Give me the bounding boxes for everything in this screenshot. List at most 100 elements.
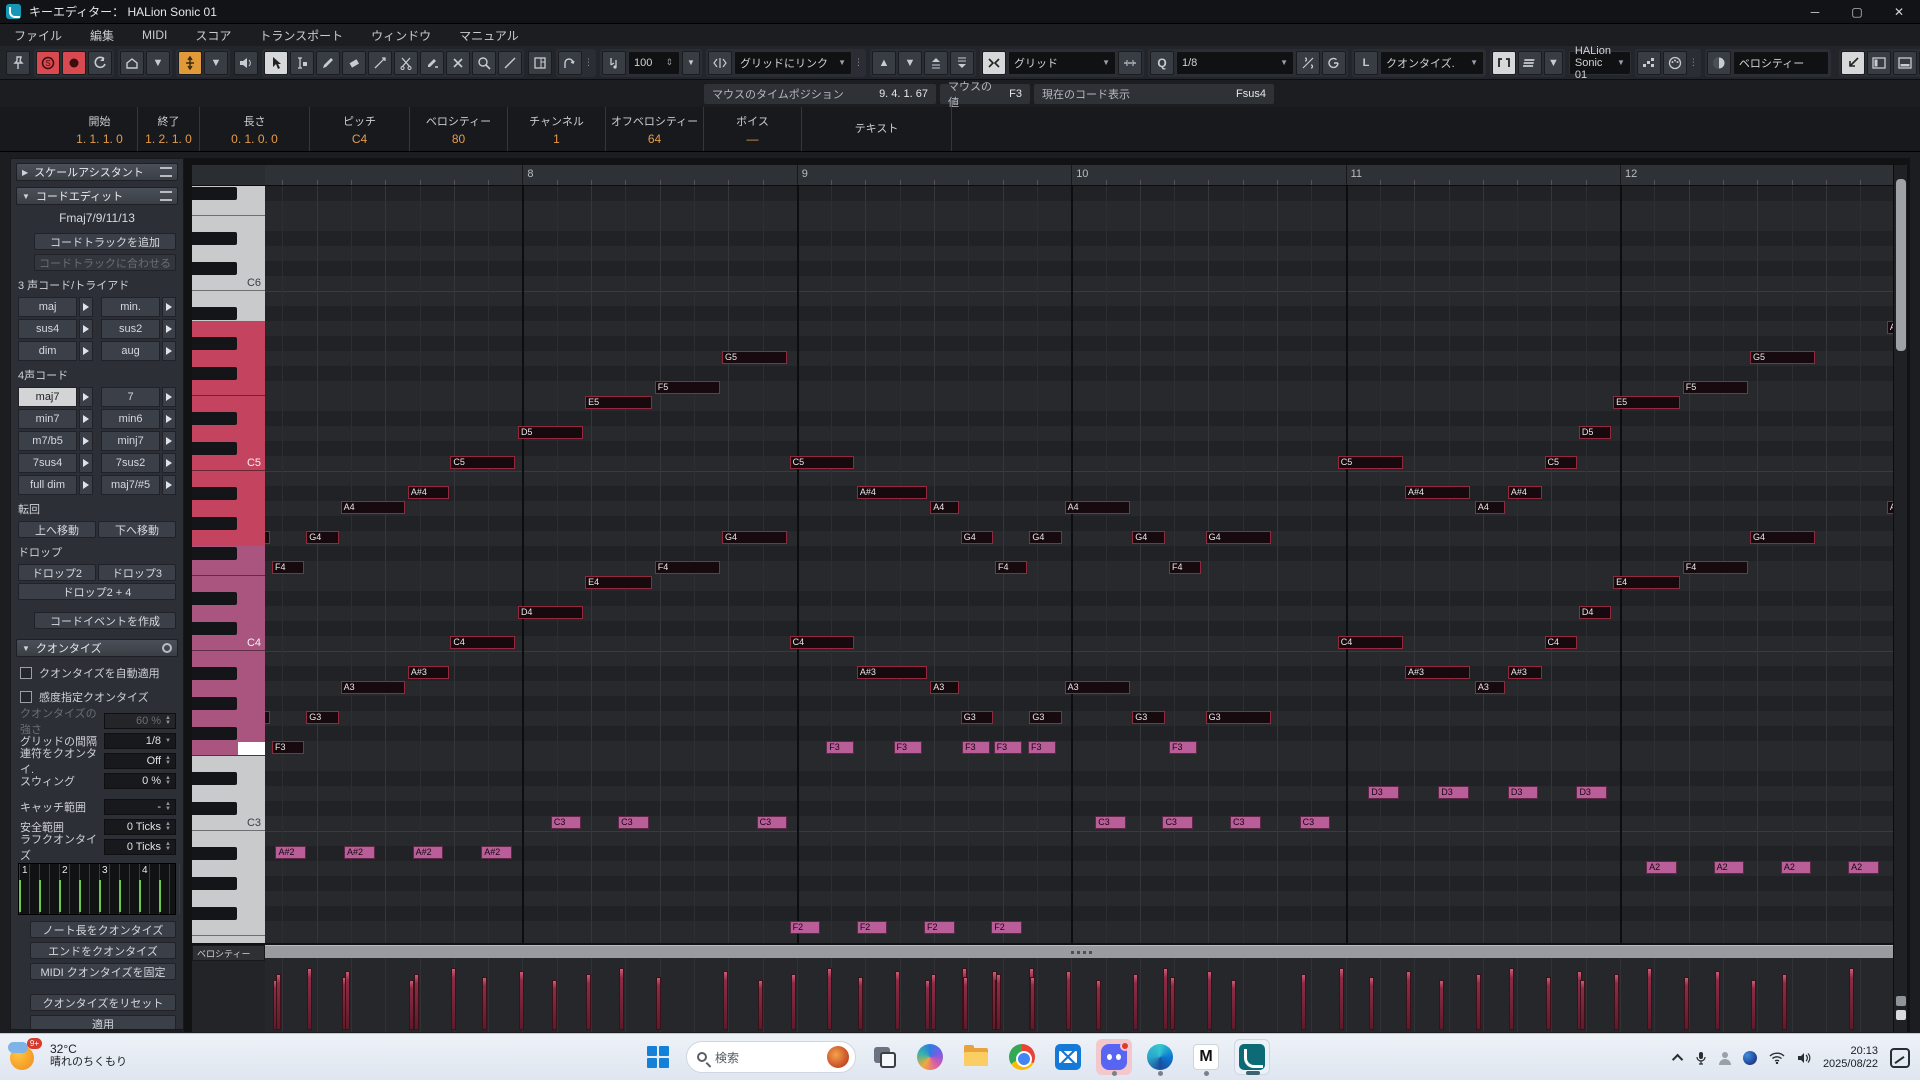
hidden-icons-chevron[interactable] (1675, 1054, 1683, 1062)
overflow-dots-icon[interactable]: ⋮ (584, 57, 594, 68)
midi-note[interactable]: E4 (1613, 576, 1680, 589)
triad-button-maj[interactable]: maj (18, 297, 77, 317)
triad-play-flag-icon[interactable] (162, 319, 176, 339)
copilot-button[interactable] (912, 1039, 948, 1075)
piano-key[interactable] (192, 651, 265, 666)
black-key[interactable] (192, 547, 237, 560)
quantize-row-value[interactable]: 0 Ticks▲ ▼ (104, 839, 176, 855)
lane-divider-handle[interactable] (265, 945, 1893, 958)
info-value[interactable]: — (747, 132, 759, 146)
black-key[interactable] (192, 487, 237, 500)
info-column-5[interactable]: チャンネル1 (508, 107, 606, 151)
info-value[interactable]: 1. 2. 1. 0 (145, 132, 192, 146)
triad-button-aug[interactable]: aug (101, 341, 160, 361)
add-chord-track-button[interactable]: コードトラックを追加 (34, 233, 176, 250)
audition-speaker-icon[interactable] (234, 51, 258, 75)
move-up-more-button[interactable] (924, 51, 948, 75)
drop-2-4-button[interactable]: ドロップ2 + 4 (18, 583, 176, 600)
velocity-bar[interactable] (1509, 968, 1514, 1030)
velocity-bar[interactable] (1546, 977, 1551, 1030)
time-format-icon[interactable] (528, 51, 552, 75)
black-key[interactable] (192, 847, 237, 860)
midi-note[interactable]: F4 (1169, 561, 1201, 574)
info-column-2[interactable]: 長さ0. 1. 0. 0 (200, 107, 310, 151)
menu-item-3[interactable]: スコア (195, 27, 231, 44)
midi-note[interactable]: F3 (894, 741, 922, 754)
black-key[interactable] (192, 802, 237, 815)
black-key[interactable] (192, 307, 237, 320)
triad-button-sus4[interactable]: sus4 (18, 319, 77, 339)
midi-note[interactable]: C3 (757, 816, 788, 829)
midi-note[interactable]: G4 (961, 531, 993, 544)
zoom-tool[interactable] (472, 51, 496, 75)
loop-curve-icon[interactable] (558, 51, 582, 75)
piano-key[interactable] (192, 216, 265, 231)
velocity-bar[interactable] (1133, 974, 1138, 1030)
triad-play-flag-icon[interactable] (79, 341, 93, 361)
triad-play-flag-icon[interactable] (79, 297, 93, 317)
user-tray-icon[interactable] (1719, 1052, 1731, 1064)
midi-note[interactable]: C3 (1230, 816, 1261, 829)
snap-type-dropdown[interactable]: グリッド▼ (1008, 51, 1116, 75)
velocity-bar[interactable] (1684, 977, 1689, 1030)
piano-key[interactable] (192, 201, 265, 216)
show-part-borders-button[interactable] (1492, 51, 1516, 75)
midi-note[interactable]: A#2 (413, 846, 444, 859)
midi-note[interactable]: G4 (1132, 531, 1164, 544)
info-column-6[interactable]: オフベロシティー64 (606, 107, 704, 151)
black-key[interactable] (192, 877, 237, 890)
velocity-bar[interactable] (1614, 974, 1619, 1030)
velocity-bar[interactable] (1096, 980, 1101, 1030)
minimize-button[interactable]: ─ (1794, 0, 1836, 23)
quantize-panel-icon[interactable] (1322, 51, 1346, 75)
info-column-0[interactable]: 開始1. 1. 1. 0 (62, 107, 138, 151)
line-tool[interactable] (498, 51, 522, 75)
velocity-bar[interactable] (895, 971, 900, 1030)
velocity-bar[interactable] (758, 980, 763, 1030)
piano-key[interactable] (192, 396, 265, 411)
tetrad-button-7sus4[interactable]: 7sus4 (18, 453, 77, 473)
edit-active-part-icon[interactable] (1518, 51, 1542, 75)
velocity-bar[interactable] (1207, 971, 1212, 1030)
tetrad-button-maj75[interactable]: maj7/#5 (101, 475, 160, 495)
create-chord-event-button[interactable]: コードイベントを作成 (34, 612, 176, 629)
auto-scroll-button[interactable] (120, 51, 144, 75)
tetrad-play-flag-icon[interactable] (79, 475, 93, 495)
midi-note[interactable]: A2 (1781, 861, 1812, 874)
midi-note[interactable]: A2 (1646, 861, 1677, 874)
velocity-bar[interactable] (1439, 980, 1444, 1030)
piano-key[interactable] (192, 936, 265, 944)
iterative-quantize-icon[interactable] (1296, 51, 1320, 75)
length-quantize-dropdown[interactable]: クオンタイズ.▼ (1380, 51, 1484, 75)
draw-tool[interactable] (316, 51, 340, 75)
triad-play-flag-icon[interactable] (162, 341, 176, 361)
velocity-bar[interactable] (1782, 974, 1787, 1030)
midi-note[interactable]: F2 (924, 921, 955, 934)
velocity-bar[interactable] (931, 974, 936, 1030)
velocity-bar[interactable] (1170, 977, 1175, 1030)
info-value[interactable]: 1. 1. 1. 0 (76, 132, 123, 146)
open-in-lower-zone-button[interactable] (1841, 51, 1865, 75)
black-key[interactable] (192, 187, 237, 200)
solo-button[interactable]: S (36, 51, 60, 75)
midi-note[interactable]: A#4 (1405, 486, 1470, 499)
velocity-bar[interactable] (1301, 974, 1306, 1030)
midi-note[interactable]: A2 (1714, 861, 1745, 874)
midi-note[interactable]: G4 (306, 531, 338, 544)
velocity-bar[interactable] (619, 968, 624, 1030)
drop-button[interactable]: ドロップ3 (98, 564, 176, 581)
midi-note[interactable]: F5 (655, 381, 720, 394)
midi-note[interactable]: A#4 (857, 486, 927, 499)
midi-note[interactable]: A3 (930, 681, 959, 694)
piano-key[interactable] (192, 561, 265, 576)
glue-tool[interactable] (420, 51, 444, 75)
midi-note[interactable]: C3 (618, 816, 649, 829)
menu-item-4[interactable]: トランスポート (259, 27, 343, 44)
midi-note[interactable]: F5 (1683, 381, 1748, 394)
velocity-bar[interactable] (791, 974, 796, 1030)
velocity-bar[interactable] (1339, 968, 1344, 1030)
mail-button[interactable] (1050, 1039, 1086, 1075)
chord-editing-settings-icon[interactable] (160, 191, 172, 201)
info-column-3[interactable]: ピッチC4 (310, 107, 410, 151)
task-view-button[interactable] (866, 1039, 902, 1075)
